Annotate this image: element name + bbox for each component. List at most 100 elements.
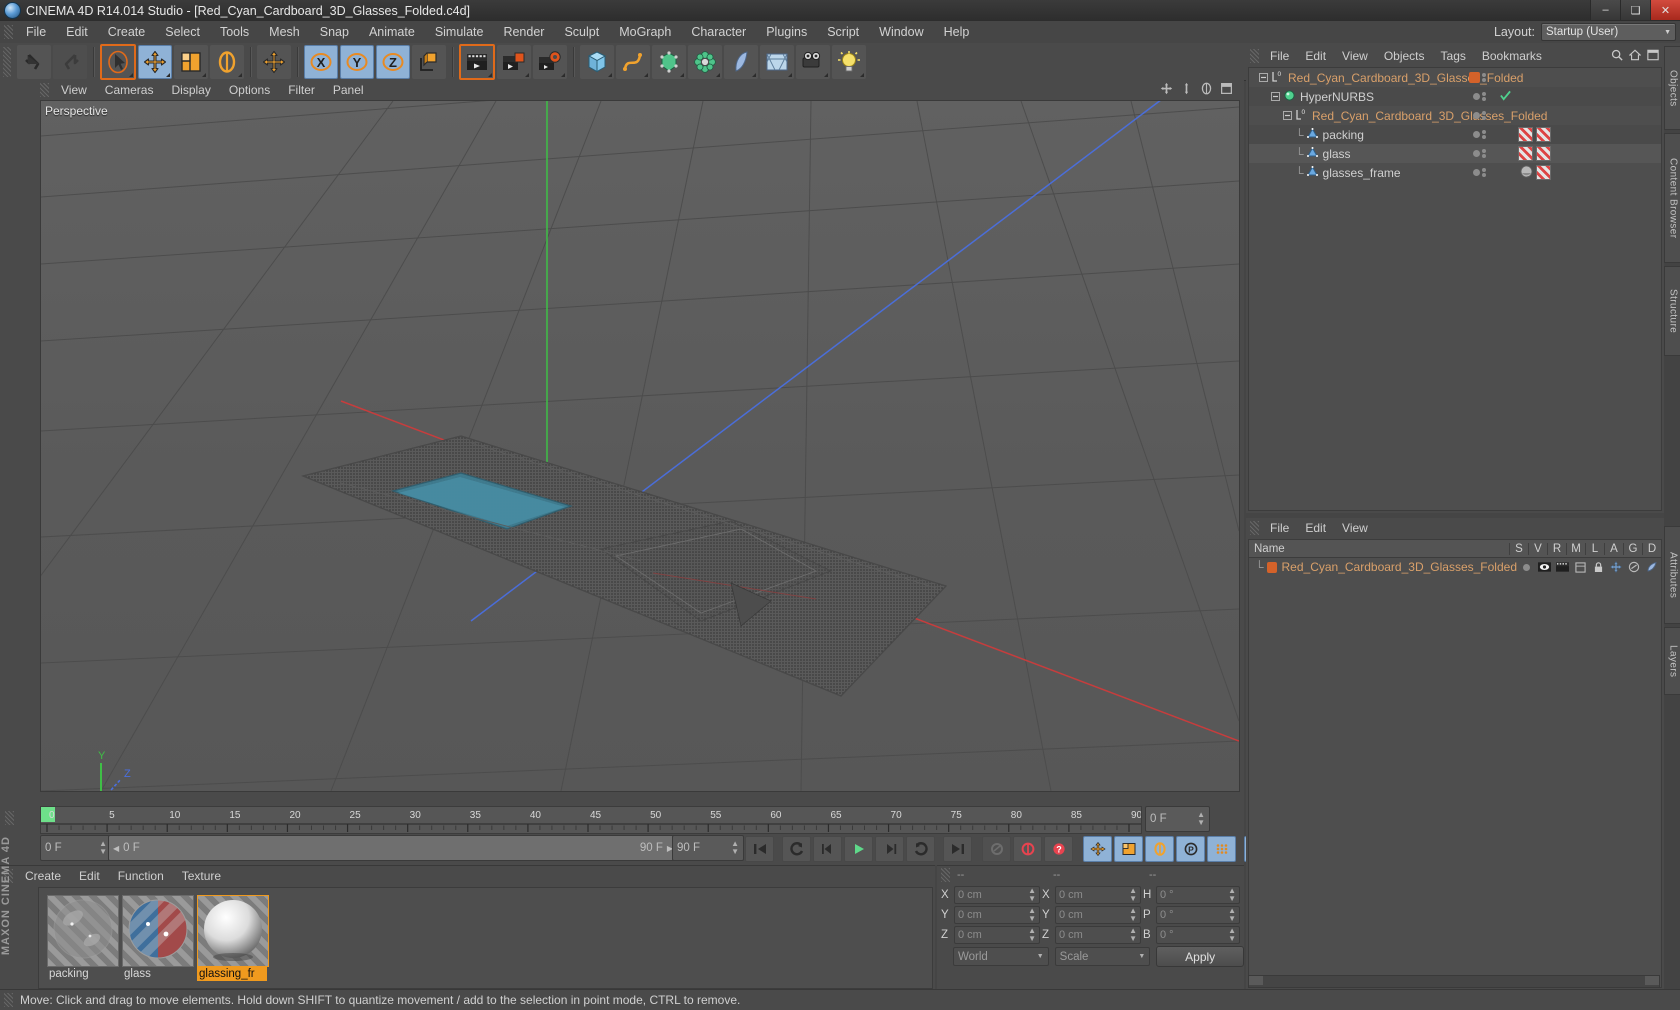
material-tag-icon[interactable] xyxy=(1536,146,1551,161)
play-button[interactable] xyxy=(844,836,873,862)
menu-simulate[interactable]: Simulate xyxy=(425,21,494,43)
timeline-grip[interactable] xyxy=(5,811,14,825)
material-thumbnail[interactable] xyxy=(197,895,269,967)
lock-y-axis[interactable]: Y xyxy=(340,44,374,79)
close-button[interactable]: ✕ xyxy=(1650,0,1680,20)
menu-mograph[interactable]: MoGraph xyxy=(609,21,681,43)
pan-icon[interactable] xyxy=(1160,82,1173,95)
layer-color-swatch[interactable] xyxy=(1469,72,1480,83)
add-array-button[interactable] xyxy=(688,44,722,79)
add-cube-button[interactable] xyxy=(580,44,614,79)
viewport-menu-filter[interactable]: Filter xyxy=(279,80,324,100)
layer-deformer-toggle[interactable] xyxy=(1643,561,1661,573)
material-thumbnail[interactable] xyxy=(47,895,119,967)
step-forward-button[interactable] xyxy=(875,836,904,862)
object-row[interactable]: 0 Red_Cyan_Cardboard_3D_Glasses_Folded xyxy=(1249,106,1661,125)
current-frame-field-left[interactable]: 0 F ▲ ▼ xyxy=(40,835,112,861)
menu-edit[interactable]: Edit xyxy=(56,21,98,43)
window-icon[interactable] xyxy=(1647,49,1659,64)
viewport-menu-view[interactable]: View xyxy=(52,80,96,100)
menu-character[interactable]: Character xyxy=(681,21,756,43)
menu-snap[interactable]: Snap xyxy=(310,21,359,43)
position-z-field[interactable]: 0 cm ▲ ▼ xyxy=(954,925,1040,944)
spinner-icon[interactable]: ▲ ▼ xyxy=(1228,886,1236,903)
render-view-button[interactable] xyxy=(459,43,495,80)
size-x-field[interactable]: 0 cm ▲ ▼ xyxy=(1055,885,1141,904)
world-object-coords[interactable] xyxy=(412,44,446,79)
spinner-icon[interactable]: ▲ ▼ xyxy=(731,840,739,856)
layer-render-toggle[interactable] xyxy=(1553,562,1571,572)
spinner-icon[interactable]: ▲ ▼ xyxy=(99,840,107,856)
object-row[interactable]: └ packing xyxy=(1249,125,1661,144)
material-item[interactable]: glassing_fr xyxy=(197,895,269,981)
add-deformer-button[interactable] xyxy=(724,44,758,79)
menu-select[interactable]: Select xyxy=(155,21,210,43)
material-thumbnail[interactable] xyxy=(122,895,194,967)
spinner-icon[interactable]: ▲ ▼ xyxy=(1129,886,1137,903)
material-tag-icon[interactable] xyxy=(1518,127,1533,142)
side-tab-content-browser[interactable]: Content Browser xyxy=(1664,133,1680,263)
object-menu-edit[interactable]: Edit xyxy=(1297,46,1334,66)
layer-animation-toggle[interactable] xyxy=(1607,561,1625,573)
select-tool[interactable] xyxy=(100,43,136,80)
key-pla-button[interactable] xyxy=(1207,836,1236,862)
side-tab-attributes[interactable]: Attributes xyxy=(1664,526,1680,624)
material-item[interactable]: glass xyxy=(122,895,194,981)
expand-collapse-icon[interactable] xyxy=(1271,90,1280,104)
step-back-button[interactable] xyxy=(813,836,842,862)
add-floor-button[interactable] xyxy=(760,44,794,79)
toolbar-grip[interactable] xyxy=(3,46,11,77)
autokey-button[interactable] xyxy=(1013,836,1042,862)
add-camera-button[interactable] xyxy=(796,44,830,79)
object-manager-grip[interactable] xyxy=(1250,49,1259,63)
menu-script[interactable]: Script xyxy=(817,21,869,43)
object-row[interactable]: └ glasses_frame xyxy=(1249,163,1661,182)
render-settings-button[interactable] xyxy=(533,44,567,79)
redo-button[interactable] xyxy=(53,44,87,79)
viewport-menu-cameras[interactable]: Cameras xyxy=(96,80,163,100)
layout-dropdown[interactable]: Startup (User) ▼ xyxy=(1541,23,1676,41)
side-tab-objects[interactable]: Objects xyxy=(1664,46,1680,130)
material-item[interactable]: packing xyxy=(47,895,119,981)
size-y-field[interactable]: 0 cm ▲ ▼ xyxy=(1055,905,1141,924)
expand-collapse-icon[interactable] xyxy=(1283,109,1292,123)
object-menu-bookmarks[interactable]: Bookmarks xyxy=(1474,46,1550,66)
visibility-dot-icon[interactable] xyxy=(1473,131,1480,138)
layer-solo-toggle[interactable] xyxy=(1517,563,1535,571)
add-spline-button[interactable] xyxy=(616,44,650,79)
current-frame-field-right[interactable]: 0 F ▲ ▼ xyxy=(1145,806,1210,832)
scroll-right-arrow[interactable] xyxy=(1645,976,1659,985)
menu-sculpt[interactable]: Sculpt xyxy=(554,21,609,43)
material-tag-icon[interactable] xyxy=(1536,127,1551,142)
timeline-range-bar[interactable]: ◀ 0 F 90 F ▶ xyxy=(108,835,678,861)
menu-mesh[interactable]: Mesh xyxy=(259,21,310,43)
maximize-view-icon[interactable] xyxy=(1220,82,1233,95)
undo-button[interactable] xyxy=(17,44,51,79)
apply-button[interactable]: Apply xyxy=(1156,946,1245,967)
play-reverse-button[interactable] xyxy=(782,836,811,862)
keyframe-selection-button[interactable]: ? xyxy=(1044,836,1073,862)
layer-generator-toggle[interactable] xyxy=(1625,561,1643,573)
preview-end-field[interactable]: 90 F ▲ ▼ xyxy=(672,835,744,861)
layer-manager-toggle[interactable] xyxy=(1571,561,1589,573)
visibility-dots-icon[interactable] xyxy=(1482,149,1486,158)
scale-tool[interactable] xyxy=(174,44,208,79)
viewport-menu-grip[interactable] xyxy=(40,83,49,97)
maximize-button[interactable]: ❑ xyxy=(1620,0,1650,20)
lock-x-axis[interactable]: X xyxy=(304,44,338,79)
size-z-field[interactable]: 0 cm ▲ ▼ xyxy=(1055,925,1141,944)
record-keyframe-button[interactable] xyxy=(982,836,1011,862)
go-to-end-button[interactable] xyxy=(943,836,972,862)
material-tag-icon[interactable] xyxy=(1520,164,1533,181)
render-region-button[interactable] xyxy=(497,44,531,79)
material-menu-function[interactable]: Function xyxy=(109,866,173,886)
object-row[interactable]: 0 Red_Cyan_Cardboard_3D_Glasses_Folded xyxy=(1249,68,1661,87)
position-x-field[interactable]: 0 cm ▲ ▼ xyxy=(954,885,1040,904)
coordinate-system-dropdown[interactable]: World ▼ xyxy=(953,947,1049,966)
status-bar-grip[interactable] xyxy=(4,993,13,1007)
object-menu-tags[interactable]: Tags xyxy=(1433,46,1474,66)
key-param-button[interactable]: P xyxy=(1176,836,1205,862)
object-row[interactable]: └ glass xyxy=(1249,144,1661,163)
viewport-menu-panel[interactable]: Panel xyxy=(324,80,373,100)
go-to-start-button[interactable] xyxy=(745,836,774,862)
